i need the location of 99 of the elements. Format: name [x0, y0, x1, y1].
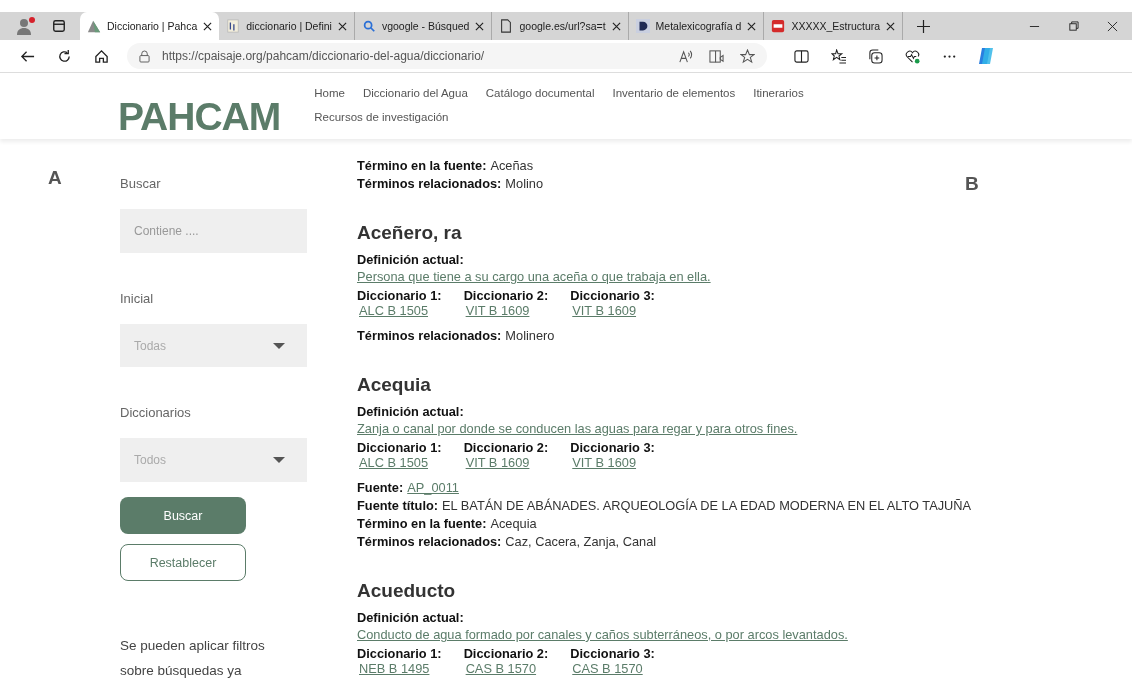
definition-link[interactable]: Persona que tiene a su cargo una aceña o que trabaja en ella. [357, 268, 1132, 285]
field-label: Términos relacionados: [357, 533, 502, 551]
tab-title: Metalexicografía d [655, 20, 742, 32]
browser-tab[interactable]: diccionario | Defini [219, 12, 355, 40]
definition-link[interactable]: Zanja o canal por donde se conducen las aguas para regar y para otros fines. [357, 420, 1132, 437]
pdf-icon [771, 19, 786, 33]
dictionary-label: Diccionario 3: [570, 646, 655, 661]
close-icon[interactable] [475, 21, 485, 31]
annotation-letter: B [965, 173, 979, 195]
dictionary-link[interactable]: VIT B 1609 [570, 303, 655, 318]
definition-label: Definición actual: [357, 251, 465, 268]
site-icon [635, 19, 650, 33]
dictionary-link[interactable]: CAS B 1570 [570, 661, 655, 676]
nav-link[interactable]: Catálogo documental [485, 87, 595, 99]
field-value: EL BATÁN DE ABÁNADES. ARQUEOLOGÍA DE LA EDAD MODERNA EN EL ALTO TAJUÑA [442, 497, 972, 515]
browser-tab[interactable]: XXXXX_Estructura [764, 12, 904, 40]
dictionary-label: Diccionario 3: [570, 440, 655, 455]
site-logo[interactable]: PAHCAM [118, 95, 281, 139]
tab-title: Diccionario | Pahca [107, 20, 198, 32]
lock-icon [139, 49, 150, 63]
search-icon [361, 19, 376, 33]
reset-button[interactable]: Restablecer [120, 544, 246, 581]
dictionary-label: Diccionario 1: [357, 440, 442, 455]
dictionary-link[interactable]: CAS B 1570 [463, 661, 549, 676]
caret-icon [273, 342, 285, 349]
heart-pulse-icon[interactable] [905, 48, 920, 64]
definition-label: Definición actual: [357, 403, 465, 420]
field-value: Aceñas [490, 157, 534, 175]
dictionary-link[interactable]: VIT B 1609 [570, 455, 655, 470]
term-heading: Acequia [357, 374, 432, 396]
dictionary-link[interactable]: NEB B 1495 [357, 661, 442, 676]
browser-tab[interactable]: Metalexicografía d [628, 12, 765, 40]
term-heading: Acueducto [357, 580, 457, 602]
close-icon[interactable] [611, 21, 621, 31]
definition-label: Definición actual: [357, 609, 465, 626]
help-text: Se pueden aplicar filtros sobre búsquedas ya [120, 637, 266, 680]
reader-icon[interactable] [709, 48, 724, 64]
dictionary-label: Diccionario 3: [570, 288, 655, 303]
tab-title: google.es/url?sa=t [519, 20, 606, 32]
field-label: Términos relacionados: [357, 327, 502, 345]
dictionary-link[interactable]: ALC B 1505 [357, 455, 442, 470]
dictionary-link[interactable]: VIT B 1609 [463, 303, 549, 318]
search-button[interactable]: Buscar [120, 497, 246, 534]
favorites-icon[interactable] [831, 48, 846, 64]
browser-tab[interactable]: google.es/url?sa=t [492, 12, 629, 40]
nav-link[interactable]: Home [314, 87, 345, 99]
field-value: Acequia [490, 515, 537, 533]
caret-icon [273, 457, 285, 464]
browser-tab[interactable]: Diccionario | Pahca [80, 12, 220, 40]
close-icon[interactable] [747, 21, 757, 31]
tab-actions-icon[interactable] [52, 19, 66, 33]
dictionary-link[interactable]: VIT B 1609 [463, 455, 549, 470]
home-icon[interactable] [94, 48, 109, 64]
field-label: Término en la fuente: [357, 157, 487, 175]
field-value: Caz, Cacera, Zanja, Canal [505, 533, 657, 551]
mountain-icon [87, 19, 101, 33]
field-label: Buscar [120, 176, 162, 191]
close-icon[interactable] [337, 21, 347, 31]
read-aloud-icon[interactable] [678, 48, 693, 64]
profile-icon[interactable] [14, 16, 38, 36]
field-label: Fuente: [357, 479, 404, 497]
page-icon [499, 19, 514, 33]
field-label: Términos relacionados: [357, 175, 502, 193]
star-icon[interactable] [740, 48, 755, 64]
collections-icon[interactable] [868, 48, 883, 64]
tab-title: XXXXX_Estructura [791, 20, 881, 32]
nav-link[interactable]: Recursos de investigación [314, 111, 449, 123]
dictionary-label: Diccionario 2: [463, 288, 549, 303]
nav-link[interactable]: Inventario de elementos [612, 87, 736, 99]
field-value: Molino [505, 175, 544, 193]
field-value: Molinero [505, 327, 555, 345]
dictionary-link[interactable]: ALC B 1505 [357, 303, 442, 318]
nav-link[interactable]: Itinerarios [753, 87, 804, 99]
annotation-letter: A [48, 167, 62, 189]
restore-icon[interactable] [1068, 20, 1079, 32]
dictionary-label: Diccionario 1: [357, 646, 442, 661]
dictionary-label: Diccionario 2: [463, 646, 549, 661]
close-icon[interactable] [203, 21, 213, 31]
field-label: Término en la fuente: [357, 515, 487, 533]
dictionary-label: Diccionario 2: [463, 440, 549, 455]
source-link[interactable]: AP_0011 [407, 479, 459, 497]
address-bar[interactable]: https://cpaisaje.org/pahcam/diccionario-del-agua/diccionario/ [127, 43, 767, 69]
term-heading: Aceñero, ra [357, 222, 463, 244]
close-icon[interactable] [886, 21, 896, 31]
field-label: Fuente título: [357, 497, 439, 515]
split-screen-icon[interactable] [794, 48, 809, 64]
book-icon [226, 19, 241, 33]
tab-title: vgoogle - Búsqued [381, 20, 470, 32]
close-icon[interactable] [1107, 20, 1118, 32]
refresh-icon[interactable] [57, 48, 72, 64]
new-tab-icon[interactable] [917, 19, 931, 33]
browser-tab[interactable]: vgoogle - Búsqued [354, 12, 493, 40]
field-label: Diccionarios [120, 405, 192, 421]
field-label: Inicial [120, 290, 155, 306]
nav-link[interactable]: Diccionario del Agua [362, 87, 468, 99]
definition-link[interactable]: Conducto de agua formado por canales y caños subterráneos, o por arcos levantados. [357, 626, 1132, 643]
search-field[interactable]: Contiene .... [120, 209, 307, 253]
dictionary-label: Diccionario 1: [357, 288, 442, 303]
tab-title: diccionario | Defini [246, 20, 332, 32]
